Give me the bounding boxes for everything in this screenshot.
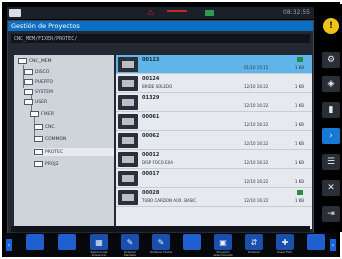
part-thumbnail bbox=[118, 133, 138, 148]
tool-icon[interactable]: ⚙ bbox=[322, 52, 340, 68]
softkey-label: Crear Fich. bbox=[277, 250, 293, 254]
file-row[interactable]: 00062 12/10 16:22 1 KB bbox=[116, 131, 312, 150]
tree-item[interactable]: CNC bbox=[34, 123, 55, 131]
softkey-label: Ordenar Fecha bbox=[149, 250, 172, 254]
softkey-empty[interactable] bbox=[183, 234, 201, 250]
folder-icon bbox=[34, 136, 43, 142]
eraser-icon[interactable]: ◈ bbox=[322, 76, 340, 92]
tree-item[interactable]: FIXER bbox=[30, 110, 54, 118]
cycle-badge-icon bbox=[297, 190, 303, 195]
status-bar: ⚠ 08:32:55 bbox=[7, 7, 314, 19]
sort-icon: ✎ bbox=[126, 237, 134, 247]
selected-project-button[interactable]: ▣ bbox=[214, 234, 232, 250]
new-file-icon: ✚ bbox=[281, 237, 289, 247]
tree-item[interactable]: USER bbox=[24, 98, 47, 106]
tree-item[interactable]: PUERTO bbox=[24, 78, 53, 86]
book-icon[interactable]: ▮ bbox=[322, 102, 340, 118]
tree-item[interactable]: DISCO bbox=[24, 68, 49, 76]
part-thumbnail bbox=[118, 114, 138, 129]
softkey-empty[interactable] bbox=[307, 234, 325, 250]
file-row[interactable]: 01329 12/10 16:22 1 KB bbox=[116, 93, 312, 112]
sort-button[interactable]: ⇵ bbox=[245, 234, 263, 250]
sort-list-icon: ⇵ bbox=[250, 237, 258, 247]
part-thumbnail bbox=[118, 171, 138, 186]
scroll-right-icon[interactable]: › bbox=[330, 239, 336, 251]
file-row[interactable]: 00124 BRIDE SOLEDO 12/10 16:22 1 KB bbox=[116, 74, 312, 93]
file-row[interactable]: 00123 01/10 15:15 1 KB bbox=[116, 55, 312, 74]
cross-tools-icon[interactable]: ✕ bbox=[322, 180, 340, 196]
folder-icon bbox=[24, 69, 33, 75]
softkey-label: Seleccionar Directorio bbox=[90, 250, 108, 257]
cycle-badge-icon bbox=[297, 57, 303, 62]
machine-status-indicator bbox=[167, 10, 187, 16]
tree-item-selected[interactable]: PROTEC bbox=[34, 148, 114, 156]
softkey-label: Ordenar Pantalla bbox=[123, 250, 137, 257]
export-icon[interactable]: ⇥ bbox=[322, 206, 340, 222]
folder-icon bbox=[34, 149, 43, 155]
directory-icon: ▦ bbox=[95, 237, 103, 247]
softkey-label: Proyecto seleccionado bbox=[213, 250, 233, 257]
sort-date-button[interactable]: ✎ bbox=[152, 234, 170, 250]
create-file-button[interactable]: ✚ bbox=[276, 234, 294, 250]
folder-icon bbox=[24, 89, 33, 95]
tree-item[interactable]: CNC_MEM bbox=[18, 57, 52, 65]
next-icon[interactable]: › bbox=[322, 128, 340, 144]
scroll-left-icon[interactable]: ‹ bbox=[6, 239, 12, 251]
tree-item[interactable]: COMMON bbox=[34, 135, 66, 143]
softkey-bar: ‹ ▦ Seleccionar Directorio ✎ Ordenar Pan… bbox=[5, 233, 337, 257]
file-row[interactable]: 00061 12/10 16:22 1 KB bbox=[116, 112, 312, 131]
project-icon: ▣ bbox=[219, 237, 227, 247]
folder-icon bbox=[24, 99, 33, 105]
folder-icon bbox=[30, 111, 39, 117]
part-thumbnail bbox=[118, 76, 138, 91]
home-button[interactable] bbox=[9, 9, 21, 17]
folder-icon bbox=[34, 124, 43, 130]
softkey-empty[interactable] bbox=[26, 234, 44, 250]
current-path: CNC_MEM/FIXER/PROTEC/ bbox=[11, 34, 310, 43]
part-thumbnail bbox=[118, 190, 138, 205]
side-toolbar: ! ⚙ ◈ ▮ › ☰ ✕ ⇥ bbox=[318, 4, 342, 232]
part-thumbnail bbox=[118, 57, 138, 72]
folder-icon bbox=[34, 161, 43, 167]
project-manager-window: Gestión de Proyectos CNC_MEM/FIXER/PROTE… bbox=[7, 20, 314, 234]
part-thumbnail bbox=[118, 152, 138, 167]
window-titlebar: Gestión de Proyectos bbox=[8, 21, 313, 31]
alarm-icon: ⚠ bbox=[147, 8, 155, 17]
sort-screen-button[interactable]: ✎ bbox=[121, 234, 139, 250]
softkey-label: Ordenar bbox=[247, 250, 261, 254]
file-row[interactable]: 00028 TUBO CARDON AUX. BASIC 12/10 16:22… bbox=[116, 188, 312, 207]
folder-icon bbox=[24, 79, 33, 85]
cnc-screen: ⚠ 08:32:55 Gestión de Proyectos CNC_MEM/… bbox=[2, 2, 342, 257]
softkey-empty[interactable] bbox=[58, 234, 76, 250]
file-row[interactable]: 00017 12/10 16:22 1 KB bbox=[116, 169, 312, 188]
camera-icon bbox=[205, 10, 214, 16]
tree-item[interactable]: PROJ2 bbox=[34, 160, 59, 168]
select-directory-button[interactable]: ▦ bbox=[90, 234, 108, 250]
file-list: 00123 01/10 15:15 1 KB 00124 BRIDE SOLED… bbox=[116, 55, 312, 229]
folder-icon bbox=[18, 58, 27, 64]
directory-tree: CNC_MEM DISCO PUERTO SYSTEM USER FIXER C… bbox=[14, 55, 114, 229]
part-thumbnail bbox=[118, 95, 138, 110]
list-icon[interactable]: ☰ bbox=[322, 154, 340, 170]
window-title: Gestión de Proyectos bbox=[11, 22, 80, 30]
warning-icon[interactable]: ! bbox=[323, 18, 339, 34]
file-row[interactable]: 00012 DISP FOCO EXA 12/10 16:22 1 KB bbox=[116, 150, 312, 169]
clock: 08:32:55 bbox=[283, 9, 310, 16]
window-status-line bbox=[11, 226, 310, 232]
sort-date-icon: ✎ bbox=[157, 237, 165, 247]
tree-item[interactable]: SYSTEM bbox=[24, 88, 53, 96]
